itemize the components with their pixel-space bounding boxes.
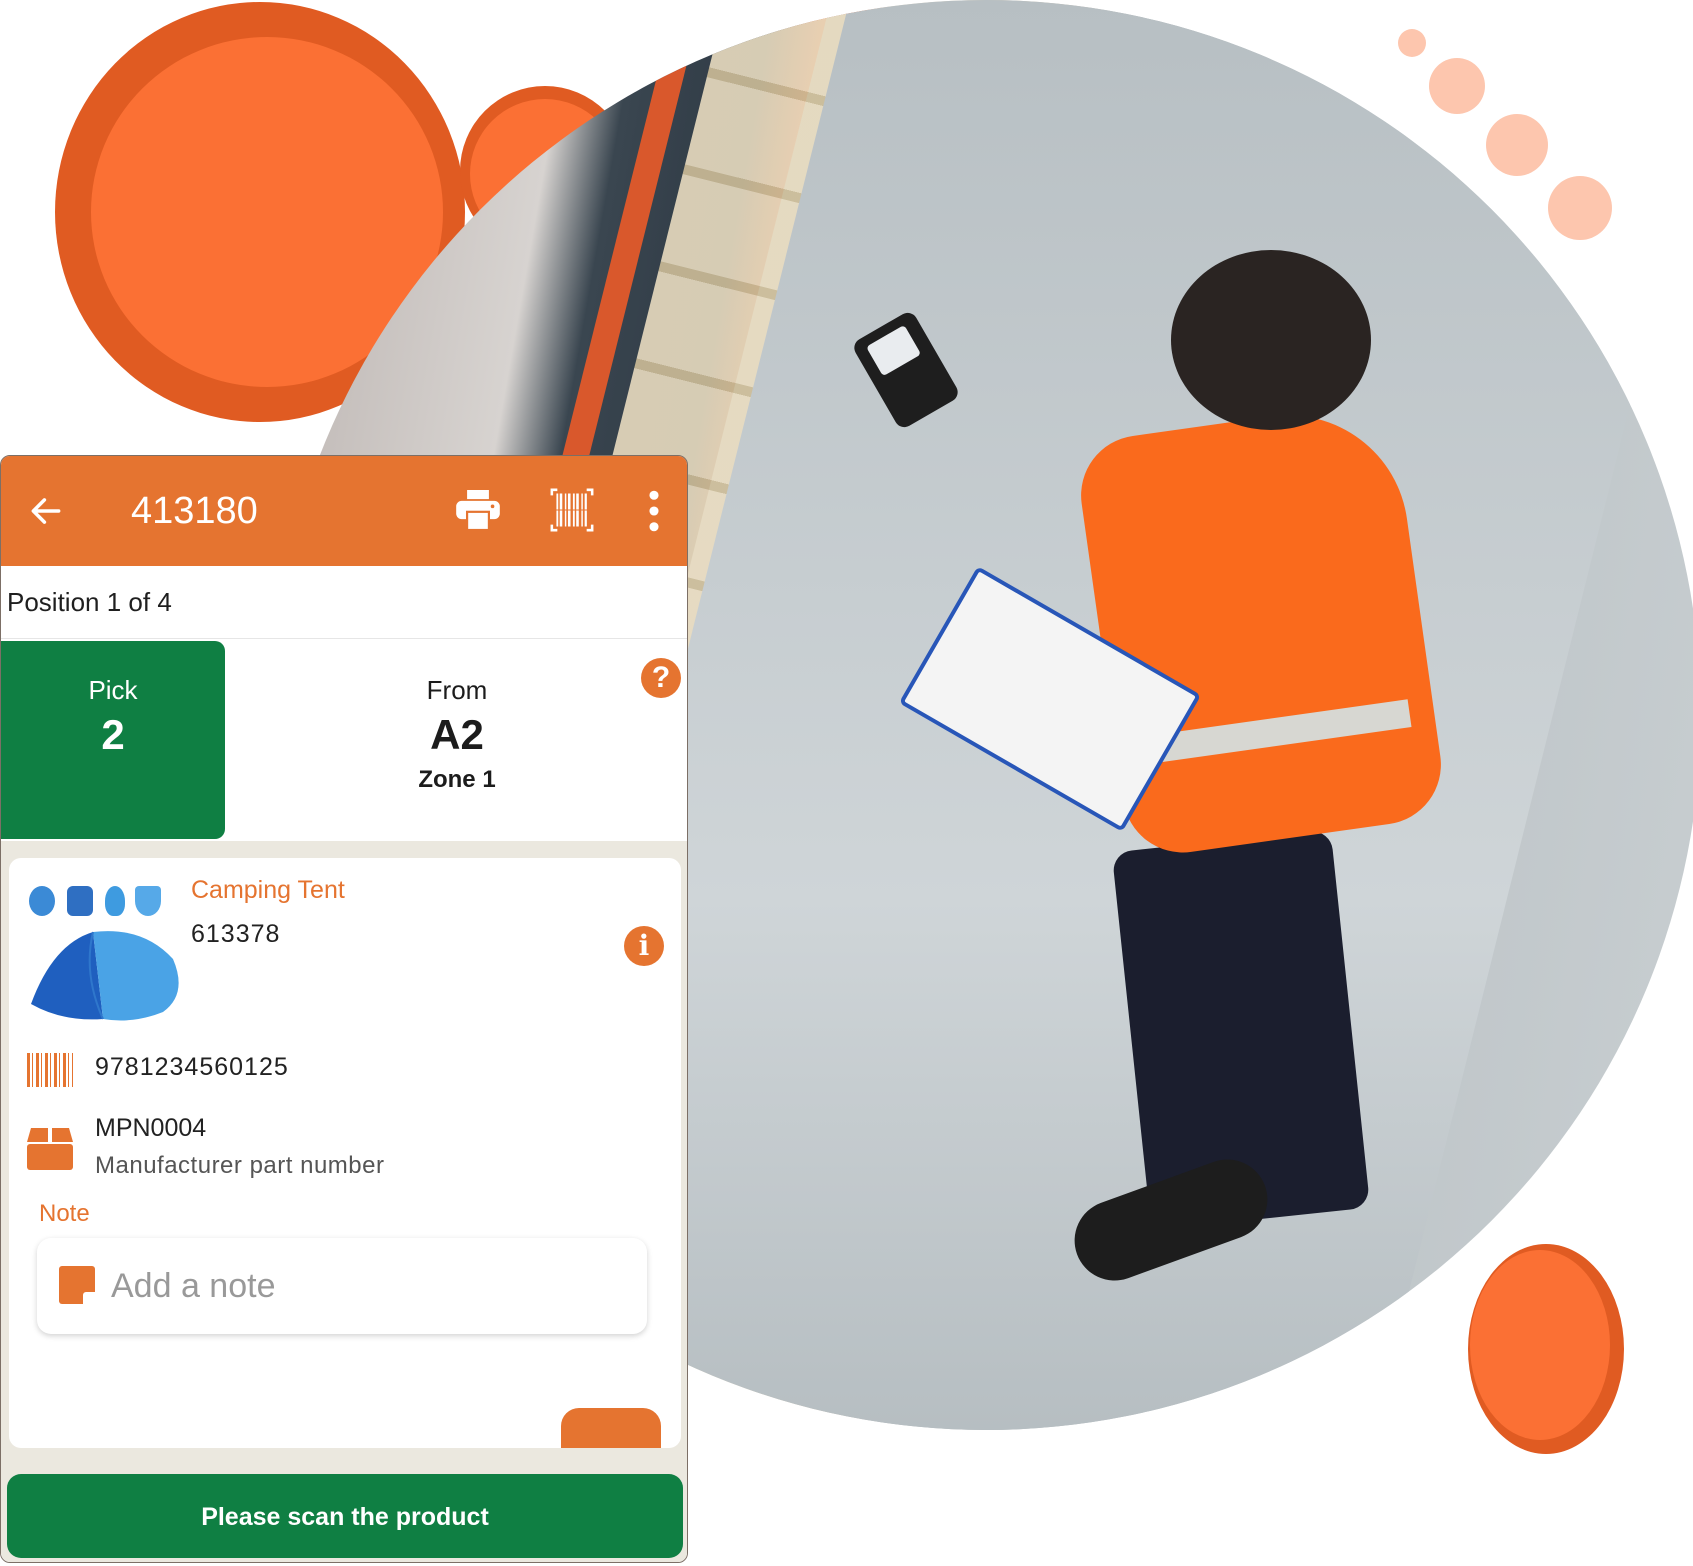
app-bar: 413180	[1, 456, 687, 566]
product-sku: 613378	[191, 920, 281, 948]
position-indicator-row: Position 1 of 4	[1, 567, 687, 639]
printer-icon[interactable]	[456, 490, 500, 530]
note-field[interactable]	[37, 1238, 647, 1334]
storage-location: A2	[430, 711, 484, 758]
pick-location-area: From A2 Zone 1	[225, 641, 687, 839]
package-box-icon	[27, 1128, 73, 1170]
pick-quantity-box: Pick 2	[1, 641, 225, 839]
decor-circle-bottom-right-inner	[1470, 1250, 1610, 1440]
sticky-note-icon	[59, 1266, 95, 1304]
storage-zone: Zone 1	[418, 766, 496, 793]
order-number-title: 413180	[131, 490, 258, 532]
help-icon[interactable]: ?	[641, 658, 681, 698]
product-thumbnails	[29, 886, 179, 918]
product-ean: 9781234560125	[95, 1053, 289, 1081]
photo-worker-head	[1171, 250, 1371, 430]
product-thumbnail[interactable]	[29, 886, 55, 916]
from-label: From	[426, 675, 488, 705]
product-card: Camping Tent 613378 i 9781234560125 MPN0…	[9, 858, 681, 1448]
info-icon[interactable]: i	[624, 926, 664, 966]
more-vertical-icon[interactable]	[645, 490, 663, 532]
barcode-scan-icon[interactable]	[549, 488, 595, 532]
note-label: Note	[39, 1200, 90, 1227]
photo-scanner-screen	[866, 324, 922, 377]
floating-action-button[interactable]	[561, 1408, 661, 1448]
picking-app-panel: 413180 Position 1 of 4 Pick 2 From A2 Zo…	[0, 455, 688, 1563]
product-name: Camping Tent	[191, 876, 345, 904]
manufacturer-part-number: MPN0004	[95, 1114, 207, 1142]
back-arrow-icon[interactable]	[27, 492, 65, 530]
pick-label: Pick	[88, 675, 138, 705]
scan-product-button[interactable]: Please scan the product	[7, 1474, 683, 1558]
note-input[interactable]	[109, 1258, 613, 1314]
barcode-icon	[27, 1053, 73, 1087]
pick-quantity: 2	[101, 711, 125, 758]
manufacturer-part-number-label: Manufacturer part number	[95, 1152, 385, 1179]
product-image-tent[interactable]	[23, 924, 188, 1024]
product-thumbnail[interactable]	[135, 886, 161, 916]
product-thumbnail[interactable]	[67, 886, 93, 916]
position-indicator: Position 1 of 4	[7, 587, 172, 617]
product-thumbnail[interactable]	[105, 886, 125, 916]
